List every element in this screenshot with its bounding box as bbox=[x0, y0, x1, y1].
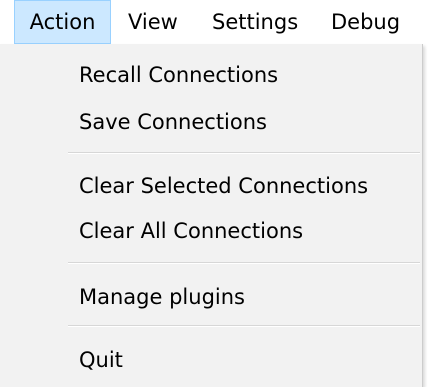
menu-separator bbox=[68, 262, 420, 264]
menu-item-manage-plugins[interactable]: Manage plugins bbox=[0, 274, 422, 320]
menu-item-label: Recall Connections bbox=[79, 63, 279, 87]
menu-settings[interactable]: Settings bbox=[212, 0, 298, 44]
menu-separator bbox=[68, 325, 420, 327]
menu-item-label: Save Connections bbox=[79, 110, 267, 134]
menu-bar: Action View Settings Debug bbox=[0, 0, 428, 44]
menu-item-label: Quit bbox=[79, 348, 123, 372]
menu-item-quit[interactable]: Quit bbox=[0, 337, 422, 383]
menu-action[interactable]: Action bbox=[14, 0, 111, 44]
menu-separator bbox=[68, 152, 420, 154]
menu-item-label: Clear Selected Connections bbox=[79, 174, 369, 198]
menu-view[interactable]: View bbox=[128, 0, 178, 44]
action-dropdown-menu: Recall Connections Save Connections Clea… bbox=[0, 44, 423, 387]
menu-item-label: Manage plugins bbox=[79, 285, 245, 309]
menu-item-recall-connections[interactable]: Recall Connections bbox=[0, 52, 422, 98]
menu-item-label: Clear All Connections bbox=[79, 219, 304, 243]
menu-debug[interactable]: Debug bbox=[331, 0, 400, 44]
menu-item-clear-all-connections[interactable]: Clear All Connections bbox=[0, 208, 422, 254]
menu-item-save-connections[interactable]: Save Connections bbox=[0, 99, 422, 145]
menu-item-clear-selected-connections[interactable]: Clear Selected Connections bbox=[0, 163, 422, 209]
